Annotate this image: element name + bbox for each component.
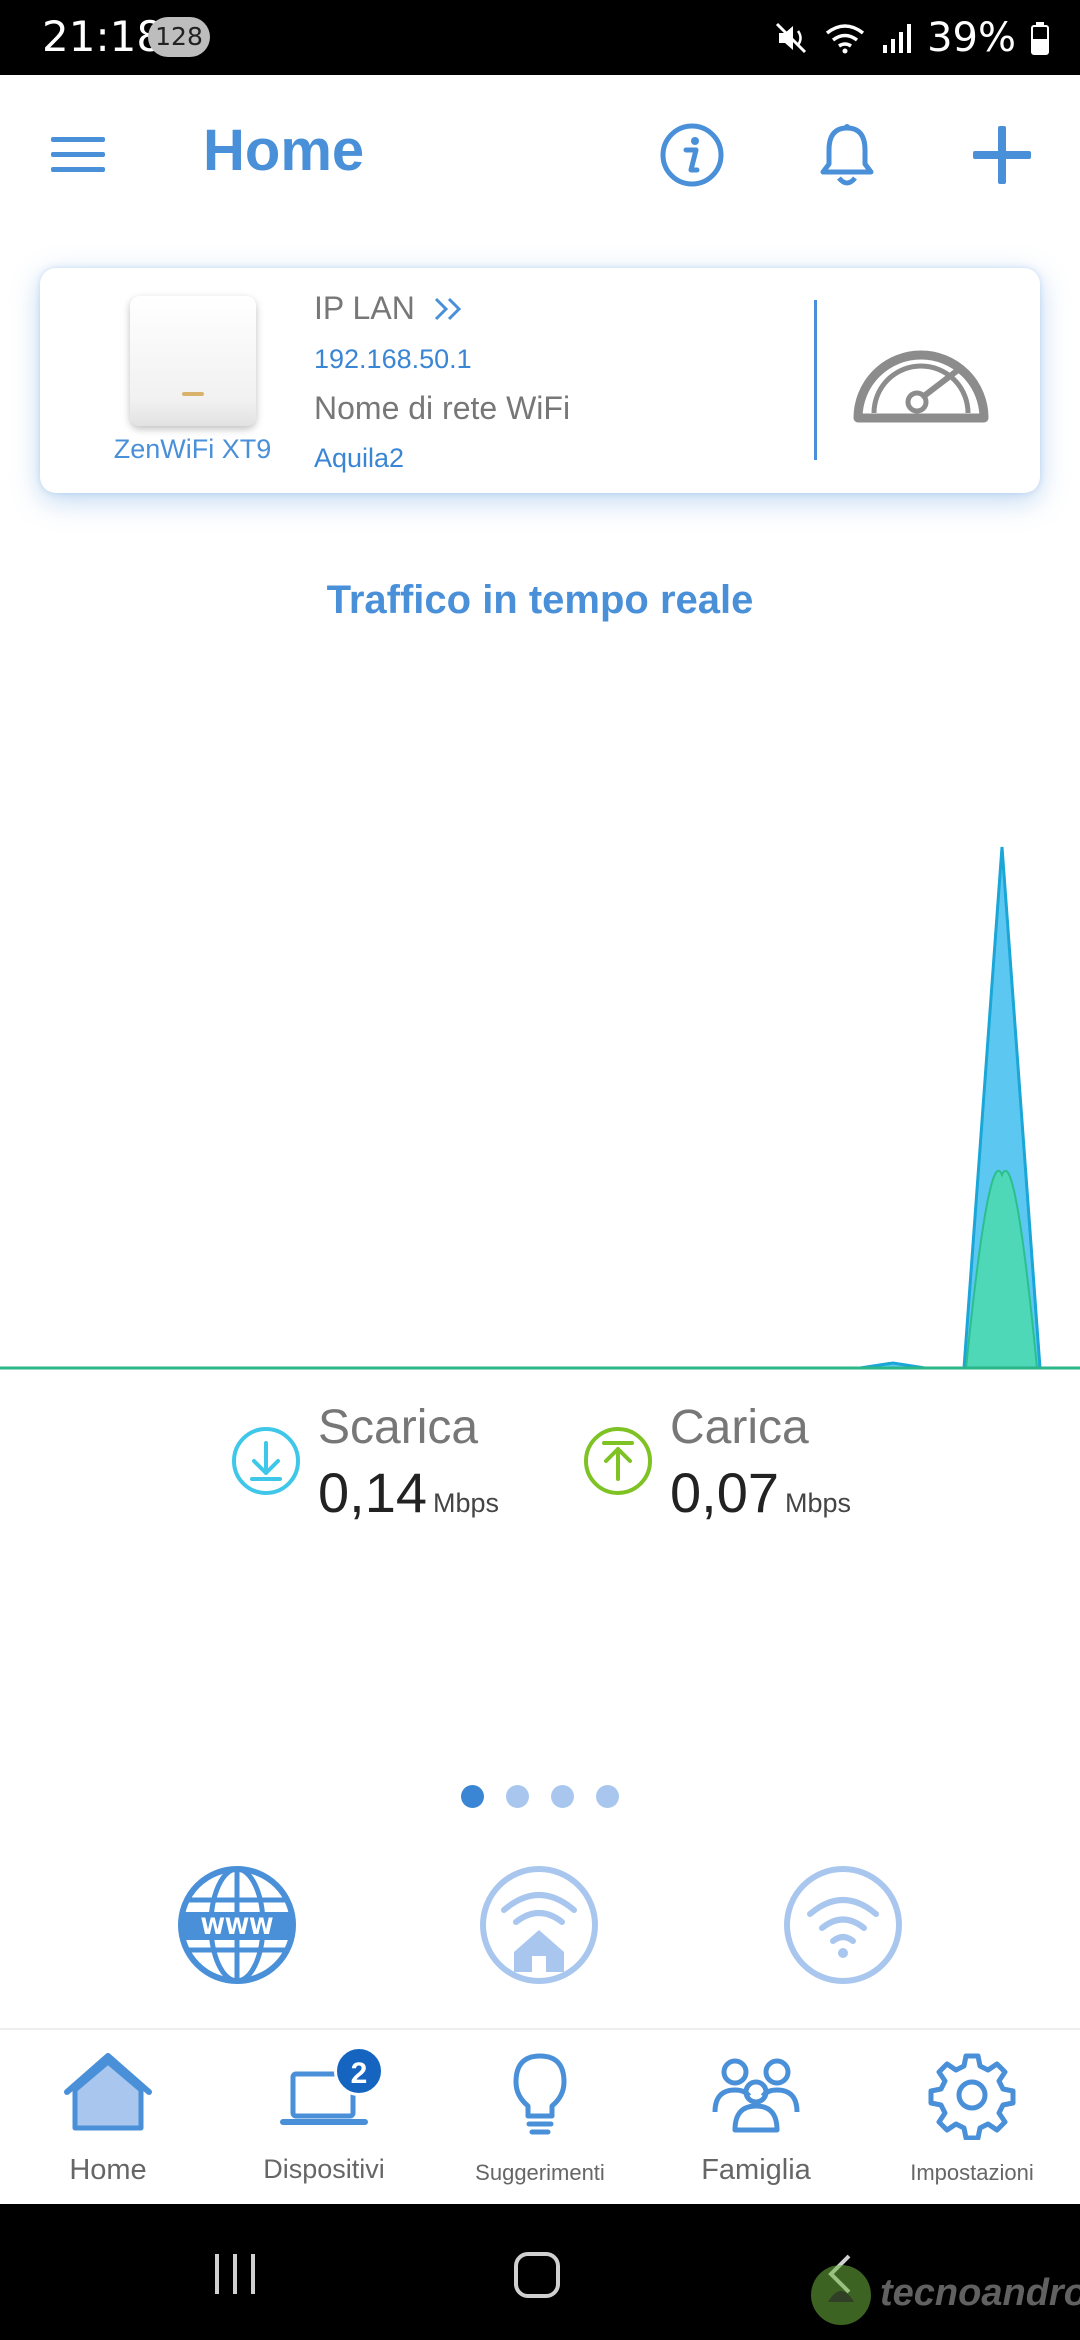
plus-icon xyxy=(973,126,1031,184)
upload-value: 0,07 xyxy=(670,1461,779,1524)
add-button[interactable] xyxy=(957,110,1047,200)
signal-icon xyxy=(883,24,912,53)
download-traffic-area xyxy=(0,846,1080,1370)
lightbulb-icon xyxy=(513,2053,567,2135)
nav-devices-label: Dispositivi xyxy=(263,2154,385,2184)
info-icon xyxy=(660,123,724,187)
page-dot-3[interactable] xyxy=(551,1785,574,1808)
home-network-button[interactable] xyxy=(474,1860,604,1990)
speedometer-icon xyxy=(853,350,989,423)
traffic-chart xyxy=(0,846,1080,1370)
page-dot-2[interactable] xyxy=(506,1785,529,1808)
bell-icon xyxy=(820,124,874,186)
notifications-button[interactable] xyxy=(802,110,892,200)
battery-percent: 39% xyxy=(927,15,1016,61)
ip-lan-value: 192.168.50.1 xyxy=(314,344,472,374)
menu-button[interactable] xyxy=(34,110,124,200)
nav-tips-label: Suggerimenti xyxy=(475,2160,605,2185)
nav-family-label: Famiglia xyxy=(701,2154,811,2186)
download-icon xyxy=(232,1427,300,1495)
status-icons: 39% xyxy=(775,14,1050,62)
download-value: 0,14 xyxy=(318,1461,427,1524)
page-dot-1[interactable] xyxy=(461,1785,484,1808)
router-card[interactable]: ZenWiFi XT9 IP LAN 192.168.50.1 Nome di … xyxy=(40,268,1040,493)
watermark: tecnoandroid xyxy=(800,2250,1080,2340)
upload-label: Carica xyxy=(670,1401,809,1454)
devices-count-badge: 2 xyxy=(334,2046,384,2096)
battery-icon xyxy=(1031,22,1049,55)
status-bar: 21:18 128 39% xyxy=(0,0,1080,75)
www-globe-icon: WWW xyxy=(178,1866,296,1984)
wifi-icon xyxy=(784,1866,902,1984)
watermark-logo-icon xyxy=(811,2265,871,2325)
nav-settings-label: Impostazioni xyxy=(910,2160,1034,2185)
page-dot-4[interactable] xyxy=(596,1785,619,1808)
nav-home-label: Home xyxy=(69,2154,147,2186)
hamburger-menu-icon xyxy=(51,137,105,172)
wifi-status-icon xyxy=(826,24,865,54)
nav-devices[interactable]: 2 Dispositivi xyxy=(216,2030,432,2206)
nav-settings[interactable]: Impostazioni xyxy=(864,2030,1080,2206)
watermark-text: tecnoandroid xyxy=(880,2272,1080,2314)
gear-icon xyxy=(928,2053,1016,2140)
download-speed: 0,14 Mbps xyxy=(318,1460,499,1525)
home-system-icon[interactable] xyxy=(512,2250,562,2300)
wifi-network-label: Nome di rete WiFi xyxy=(314,390,571,426)
info-button[interactable] xyxy=(647,110,737,200)
traffic-title: Traffico in tempo reale xyxy=(326,578,754,622)
nav-tips[interactable]: Suggerimenti xyxy=(432,2030,648,2206)
house-icon xyxy=(64,2053,152,2131)
wifi-settings-button[interactable] xyxy=(778,1860,908,1990)
upload-icon xyxy=(584,1427,652,1495)
recent-apps-icon[interactable] xyxy=(212,2252,258,2296)
page-indicator xyxy=(0,1785,1080,1815)
download-unit: Mbps xyxy=(433,1488,500,1518)
nav-home[interactable]: Home xyxy=(0,2030,216,2206)
wifi-network-value: Aquila2 xyxy=(314,443,405,473)
page-title: Home xyxy=(203,118,365,183)
speedtest-button[interactable] xyxy=(846,318,996,438)
internet-button[interactable]: WWW xyxy=(172,1860,302,1990)
ip-lan-label: IP LAN xyxy=(314,290,415,326)
notification-count-badge: 128 xyxy=(148,17,210,57)
mute-icon xyxy=(776,22,807,54)
wifi-home-icon xyxy=(480,1866,598,1984)
app-header: Home xyxy=(0,75,1080,235)
double-chevron-right-icon[interactable] xyxy=(432,296,466,322)
upload-unit: Mbps xyxy=(785,1488,852,1518)
nav-family[interactable]: Famiglia xyxy=(648,2030,864,2206)
router-image xyxy=(130,296,256,426)
svg-text:WWW: WWW xyxy=(201,1915,274,1940)
bottom-navigation: Home 2 Dispositivi Suggerimenti Famiglia xyxy=(0,2028,1080,2204)
upload-speed: 0,07 Mbps xyxy=(670,1460,851,1525)
router-name: ZenWiFi XT9 xyxy=(113,434,272,464)
download-label: Scarica xyxy=(318,1401,479,1454)
card-divider xyxy=(814,300,817,460)
family-icon xyxy=(712,2058,800,2133)
status-time: 21:18 xyxy=(42,12,164,61)
system-nav-bar: tecnoandroid xyxy=(0,2204,1080,2340)
